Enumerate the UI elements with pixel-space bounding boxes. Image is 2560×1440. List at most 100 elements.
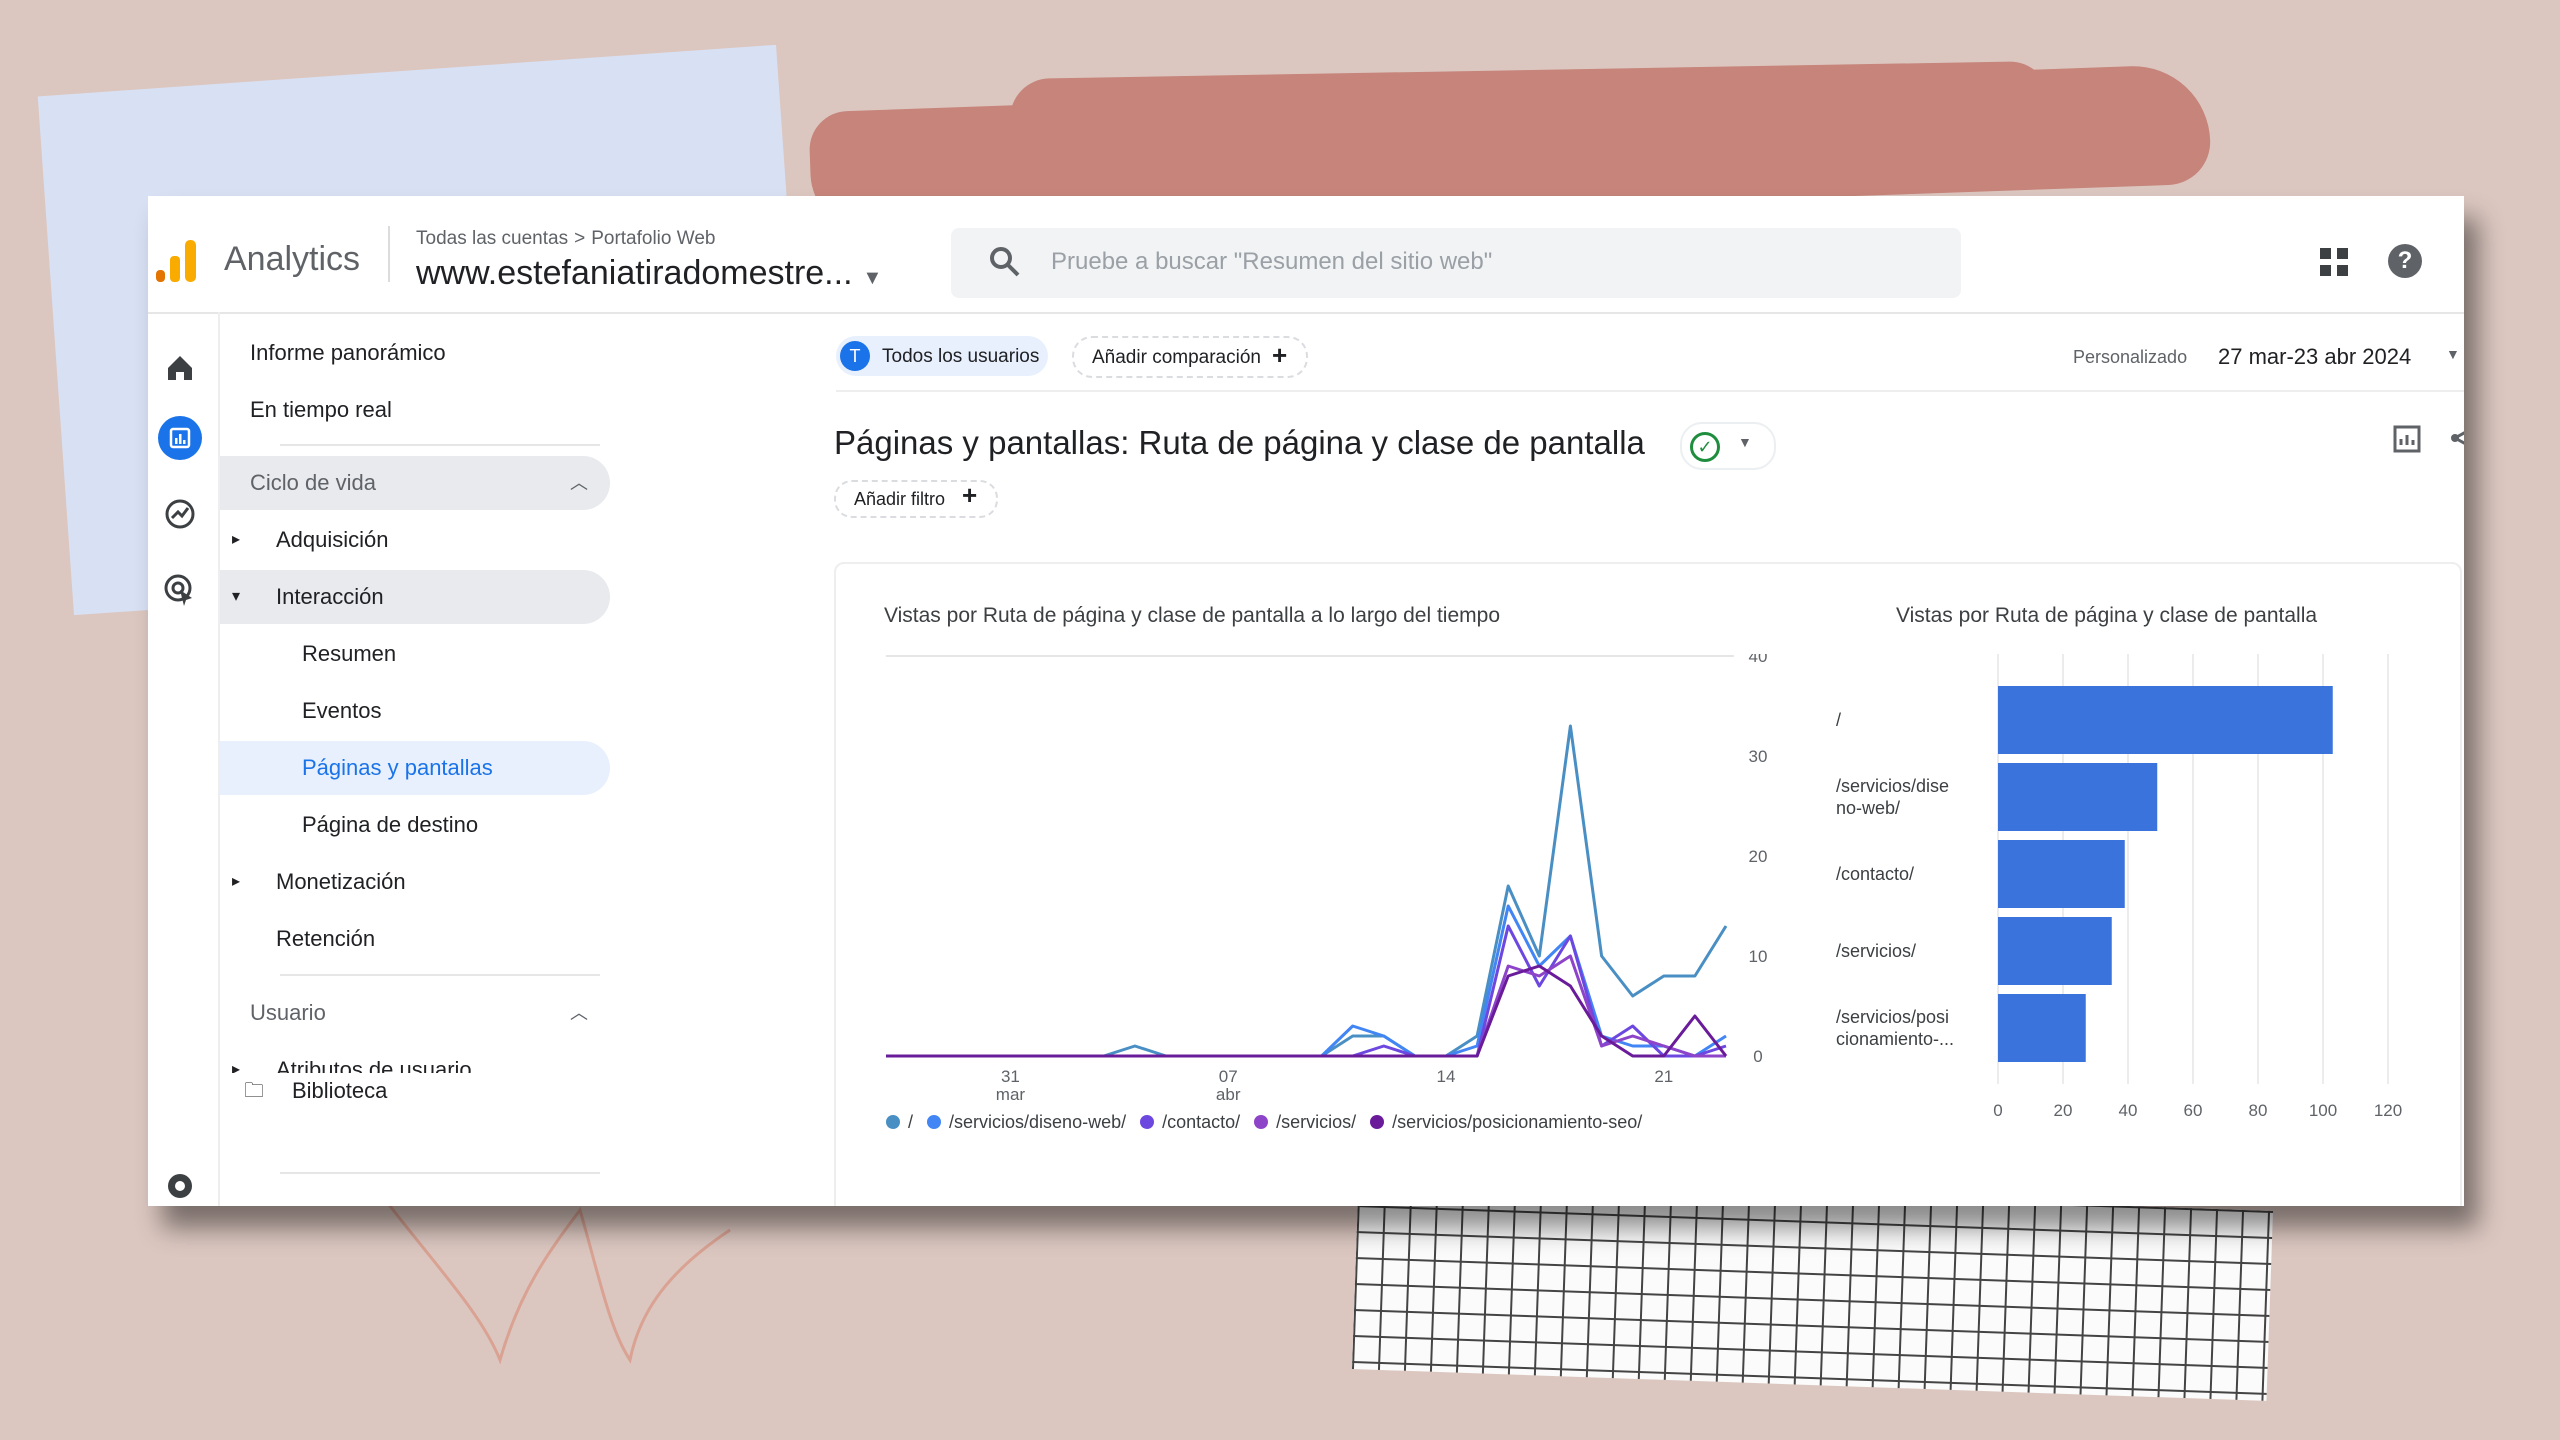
nav-label: Monetización bbox=[276, 869, 406, 894]
analytics-window: Analytics Todas las cuentas > Portafolio W… bbox=[148, 196, 2464, 1206]
apps-grid-icon[interactable] bbox=[2318, 246, 2350, 278]
nav-item-summary[interactable]: Resumen bbox=[220, 627, 610, 681]
chevron-down-icon[interactable]: ▼ bbox=[2446, 346, 2460, 362]
nav-item-acquisition[interactable]: ▸ Adquisición bbox=[220, 513, 610, 567]
y-tick-label: 40 bbox=[1749, 654, 1768, 666]
add-filter-button[interactable]: Añadir filtro + bbox=[834, 480, 998, 518]
nav-item-monetization[interactable]: ▸ Monetización bbox=[220, 855, 610, 909]
views-over-time-line-chart[interactable]: 0 10 20 30 40 31mar 07abr 14 21 bbox=[886, 654, 1826, 1124]
x-tick-label: 20 bbox=[2054, 1101, 2073, 1120]
add-comparison-button[interactable]: Añadir comparación + bbox=[1072, 336, 1308, 378]
category-label: cionamiento-... bbox=[1836, 1029, 1954, 1049]
x-tick-label: 31 bbox=[1001, 1067, 1020, 1086]
x-tick-sublabel: mar bbox=[996, 1085, 1026, 1104]
x-tick-label: 0 bbox=[1993, 1101, 2002, 1120]
plus-icon: + bbox=[962, 480, 978, 510]
x-tick-label: 21 bbox=[1654, 1067, 1673, 1086]
customize-report-icon[interactable] bbox=[2390, 420, 2426, 456]
category-label: /servicios/dise bbox=[1836, 776, 1949, 796]
reports-icon[interactable] bbox=[158, 416, 202, 460]
nav-item-landing-page[interactable]: Página de destino bbox=[220, 798, 610, 852]
segment-chip[interactable]: T Todos los usuarios bbox=[836, 336, 1048, 376]
y-tick-label: 10 bbox=[1749, 947, 1768, 966]
category-label: /servicios/posi bbox=[1836, 1007, 1949, 1027]
background-grid-paper bbox=[1351, 1179, 2274, 1401]
y-tick-label: 20 bbox=[1749, 847, 1768, 866]
search-bar[interactable]: Pruebe a buscar "Resumen del sitio web" bbox=[951, 228, 1961, 298]
nav-item-pages-and-screens[interactable]: Páginas y pantallas bbox=[220, 741, 610, 795]
nav-item-engagement[interactable]: ▾ Interacción bbox=[220, 570, 610, 624]
nav-section-lifecycle[interactable]: Ciclo de vida ︿ bbox=[220, 456, 610, 510]
plus-icon: + bbox=[1272, 340, 1288, 370]
legend-item[interactable]: /contacto/ bbox=[1140, 1112, 1240, 1133]
date-mode-label: Personalizado bbox=[2073, 347, 2188, 367]
add-filter-label: Añadir filtro bbox=[854, 489, 946, 509]
toolbar-divider bbox=[836, 390, 2464, 392]
header-divider bbox=[388, 226, 390, 282]
report-status-chip[interactable]: ✓ ▼ bbox=[1680, 422, 1776, 470]
top-bar: Analytics Todas las cuentas > Portafolio W… bbox=[148, 196, 2464, 314]
nav-item-retention[interactable]: Retención bbox=[220, 912, 610, 966]
legend-swatch bbox=[1370, 1115, 1385, 1129]
check-circle-icon: ✓ bbox=[1690, 432, 1720, 462]
legend-item[interactable]: /servicios/diseno-web/ bbox=[927, 1112, 1126, 1133]
share-icon[interactable] bbox=[2446, 420, 2464, 456]
home-icon[interactable] bbox=[158, 346, 202, 390]
app-name: Analytics bbox=[224, 240, 361, 278]
x-tick-label: 14 bbox=[1437, 1067, 1456, 1086]
nav-item-events[interactable]: Eventos bbox=[220, 684, 610, 738]
property-selector[interactable]: www.estefaniatiradomestre... ▼ bbox=[416, 254, 882, 293]
legend-label: /servicios/ bbox=[1276, 1112, 1357, 1132]
nav-item-realtime[interactable]: En tiempo real bbox=[220, 383, 610, 437]
legend-item[interactable]: / bbox=[886, 1112, 913, 1133]
nav-item-overview[interactable]: Informe panorámico bbox=[220, 326, 610, 380]
explore-icon[interactable] bbox=[158, 492, 202, 536]
help-icon[interactable]: ? bbox=[2388, 244, 2422, 278]
segment-avatar: T bbox=[840, 341, 870, 371]
legend-label: / bbox=[908, 1112, 914, 1132]
breadcrumb-account[interactable]: Portafolio Web bbox=[591, 228, 715, 249]
legend-label: /contacto/ bbox=[1162, 1112, 1241, 1132]
y-tick-label: 30 bbox=[1749, 747, 1768, 766]
x-tick-sublabel: abr bbox=[1216, 1085, 1241, 1104]
date-range-picker[interactable]: 27 mar-23 abr 2024 bbox=[2218, 344, 2411, 370]
property-name: www.estefaniatiradomestre... bbox=[416, 254, 853, 292]
nav-section-user[interactable]: Usuario ︿ bbox=[220, 986, 610, 1040]
x-tick-label: 100 bbox=[2309, 1101, 2337, 1120]
x-tick-label: 120 bbox=[2374, 1101, 2402, 1120]
legend-swatch bbox=[927, 1115, 942, 1129]
line-chart-legend: / /servicios/diseno-web/ /contacto/ /servic… bbox=[886, 1112, 1656, 1133]
category-label: / bbox=[1836, 710, 1841, 730]
views-by-page-bar-chart[interactable]: 0 20 40 60 80 100 120 / /servicios/diseno-web/ /c… bbox=[1836, 654, 2436, 1124]
settings-icon[interactable] bbox=[158, 1164, 202, 1206]
legend-swatch bbox=[886, 1115, 900, 1129]
report-content: T Todos los usuarios Añadir comparación … bbox=[760, 312, 2464, 1206]
legend-item[interactable]: /servicios/posicionamiento-seo/ bbox=[1370, 1112, 1642, 1133]
nav-label: Usuario bbox=[250, 1000, 326, 1025]
expand-arrow-icon: ▸ bbox=[232, 873, 241, 890]
advertising-icon[interactable] bbox=[158, 568, 202, 612]
breadcrumb[interactable]: Todas las cuentas > Portafolio Web bbox=[416, 228, 715, 250]
legend-swatch bbox=[1254, 1115, 1269, 1129]
chevron-up-icon: ︿ bbox=[570, 1003, 588, 1023]
folder-icon: 🗀 bbox=[244, 1080, 264, 1102]
x-tick-label: 40 bbox=[2119, 1101, 2138, 1120]
nav-divider bbox=[280, 444, 600, 446]
series-line-3 bbox=[886, 954, 1726, 1058]
nav-item-library[interactable]: 🗀 Biblioteca bbox=[220, 1064, 610, 1118]
bar bbox=[1998, 686, 2333, 754]
nav-label: Interacción bbox=[276, 584, 384, 609]
left-rail bbox=[148, 312, 220, 1206]
bar bbox=[1998, 840, 2125, 908]
x-tick-label: 60 bbox=[2184, 1101, 2203, 1120]
search-input[interactable]: Pruebe a buscar "Resumen del sitio web" bbox=[1051, 248, 1492, 276]
nav-label: Eventos bbox=[302, 698, 382, 723]
nav-label: Adquisición bbox=[276, 527, 389, 552]
bar-chart-icon bbox=[169, 427, 191, 449]
nav-label: Biblioteca bbox=[292, 1078, 388, 1103]
series-line-0 bbox=[886, 724, 1728, 1058]
breadcrumb-all-accounts[interactable]: Todas las cuentas bbox=[416, 228, 568, 249]
legend-item[interactable]: /servicios/ bbox=[1254, 1112, 1356, 1133]
breadcrumb-separator: > bbox=[574, 228, 586, 249]
bar bbox=[1998, 763, 2158, 831]
